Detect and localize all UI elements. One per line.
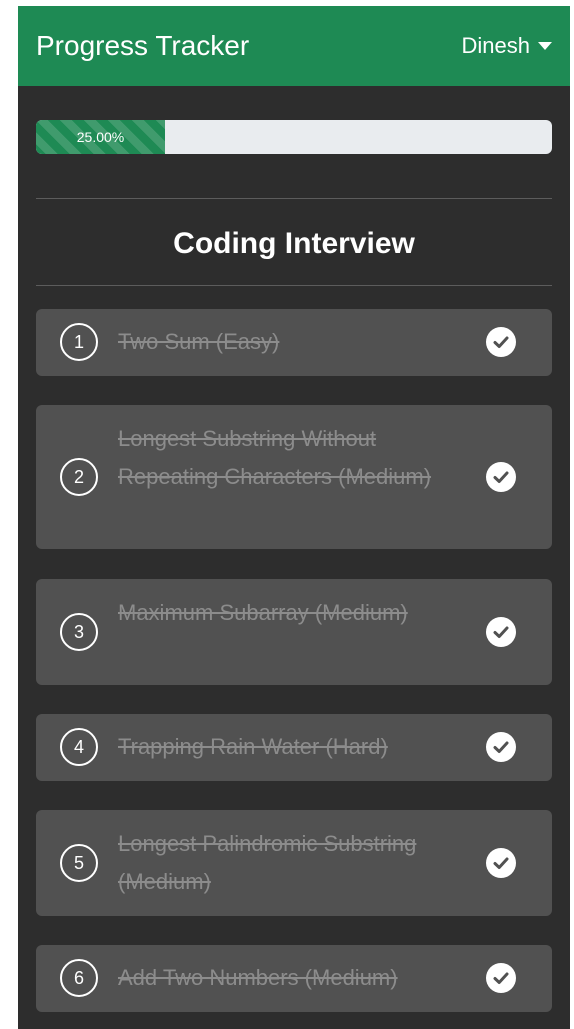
divider-bottom bbox=[36, 285, 552, 286]
question-number: 4 bbox=[60, 728, 98, 766]
question-number: 3 bbox=[60, 613, 98, 651]
question-title: Two Sum (Easy) bbox=[118, 329, 280, 354]
question-item[interactable]: 2 Longest Substring Without Repeating Ch… bbox=[36, 405, 552, 549]
navbar: Progress Tracker Dinesh bbox=[18, 6, 570, 86]
question-title: Longest Substring Without Repeating Char… bbox=[118, 426, 432, 489]
check-circle-icon bbox=[486, 963, 516, 993]
question-item[interactable]: 6 Add Two Numbers (Medium) bbox=[36, 945, 552, 1012]
progress-track: 25.00% bbox=[36, 120, 552, 154]
question-title: Add Two Numbers (Medium) bbox=[118, 965, 398, 990]
question-number: 6 bbox=[60, 959, 98, 997]
check-circle-icon bbox=[486, 462, 516, 492]
question-title: Longest Palindromic Substring (Medium) bbox=[118, 831, 417, 894]
question-item[interactable]: 3 Maximum Subarray (Medium) bbox=[36, 579, 552, 685]
check-circle-icon bbox=[486, 848, 516, 878]
app-brand[interactable]: Progress Tracker bbox=[36, 28, 249, 64]
app-container: Progress Tracker Dinesh 25.00% Coding In… bbox=[18, 6, 570, 1029]
question-item[interactable]: 1 Two Sum (Easy) bbox=[36, 309, 552, 376]
question-item[interactable]: 4 Trapping Rain Water (Hard) bbox=[36, 714, 552, 781]
check-circle-icon bbox=[486, 617, 516, 647]
progress-label: 25.00% bbox=[76, 129, 125, 145]
progress-bar: 25.00% bbox=[36, 120, 165, 154]
user-name: Dinesh bbox=[461, 33, 530, 58]
question-number: 1 bbox=[60, 323, 98, 361]
question-title: Trapping Rain Water (Hard) bbox=[118, 734, 388, 759]
divider-top bbox=[36, 198, 552, 199]
check-circle-icon bbox=[486, 732, 516, 762]
section-title: Coding Interview bbox=[173, 227, 415, 260]
question-item[interactable]: 5 Longest Palindromic Substring (Medium) bbox=[36, 810, 552, 916]
question-title: Maximum Subarray (Medium) bbox=[118, 600, 408, 625]
question-number: 2 bbox=[60, 458, 98, 496]
caret-down-icon bbox=[538, 42, 552, 50]
check-circle-icon bbox=[486, 327, 516, 357]
question-number: 5 bbox=[60, 844, 98, 882]
user-menu-toggle[interactable]: Dinesh bbox=[462, 30, 552, 62]
